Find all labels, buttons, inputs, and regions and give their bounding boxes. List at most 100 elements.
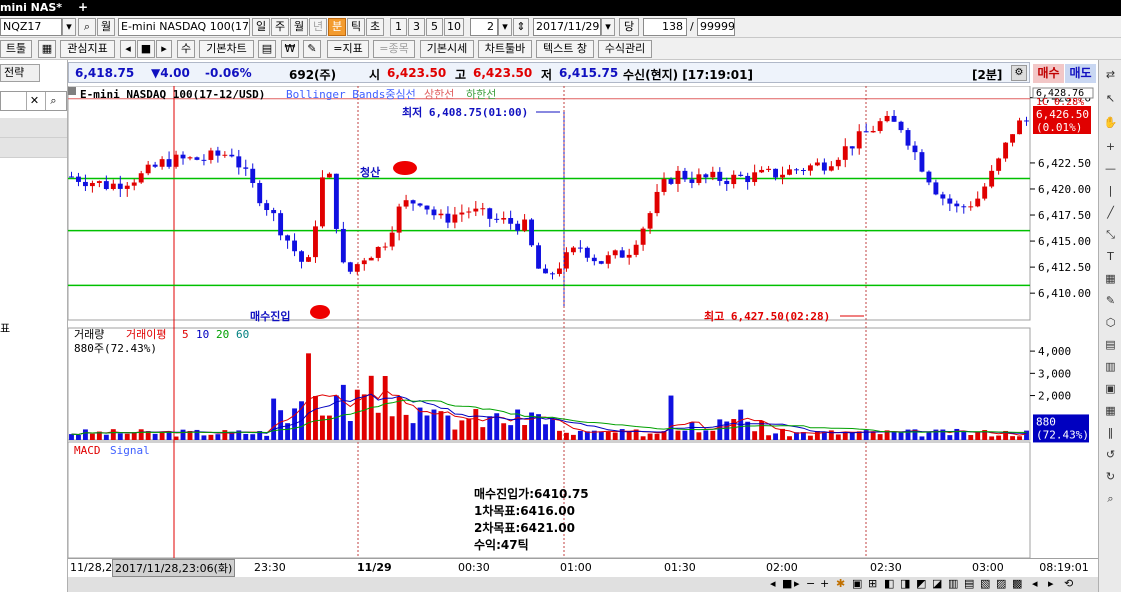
- symbol-dropdown-icon[interactable]: ▾: [62, 18, 76, 36]
- shape-icon[interactable]: ⬡: [1102, 314, 1119, 331]
- volume-bar: [173, 436, 179, 440]
- scroll-last-icon[interactable]: ▸: [794, 577, 800, 590]
- item-button[interactable]: =종목: [373, 40, 415, 58]
- scroll-first-icon[interactable]: ◂: [770, 577, 776, 590]
- bar-count-input[interactable]: 138: [643, 18, 687, 36]
- tool-icon[interactable]: ▤: [964, 577, 974, 590]
- scroll-left-icon[interactable]: ◂: [120, 40, 136, 58]
- zoom-in-icon[interactable]: +: [820, 577, 829, 590]
- crosshair-icon[interactable]: +: [1102, 138, 1119, 155]
- grid-icon[interactable]: ▦: [38, 40, 56, 58]
- scroll-left-icon[interactable]: ◂: [1032, 577, 1038, 590]
- period-tick[interactable]: 틱: [347, 18, 365, 36]
- interval-10[interactable]: 10: [444, 18, 464, 36]
- settings-gear-icon[interactable]: ⚙: [1011, 65, 1027, 81]
- period-second[interactable]: 초: [366, 18, 384, 36]
- clear-icon[interactable]: ✕: [26, 92, 42, 110]
- text-icon[interactable]: T: [1102, 248, 1119, 265]
- new-tab-button[interactable]: +: [78, 0, 88, 14]
- brush-icon[interactable]: ✎: [1102, 292, 1119, 309]
- period-day[interactable]: 일: [252, 18, 270, 36]
- product-name-field[interactable]: E-mini NASDAQ 100(17-: [118, 18, 250, 36]
- fill-icon[interactable]: ▦: [1102, 270, 1119, 287]
- table-icon[interactable]: ▥: [1102, 358, 1119, 375]
- interest-indicator-button[interactable]: 관심지표: [60, 40, 115, 58]
- indicator-button[interactable]: =지표: [327, 40, 369, 58]
- bars-icon[interactable]: ‖: [1102, 424, 1119, 441]
- basic-quote-button[interactable]: 기본시세: [420, 40, 474, 58]
- last-volume-pct: (72.43%): [1036, 428, 1089, 441]
- strategy-group-row[interactable]: [0, 118, 67, 138]
- hline-icon[interactable]: —: [1102, 160, 1119, 177]
- interval-dropdown-icon[interactable]: ▾: [498, 18, 512, 36]
- pane-collapse-icon[interactable]: [68, 87, 76, 95]
- symbol-input[interactable]: NQZ17: [0, 18, 62, 36]
- trendline-icon[interactable]: ╱: [1102, 204, 1119, 221]
- auto-trend-icon[interactable]: ⤡: [1102, 226, 1119, 243]
- candle-body: [431, 209, 437, 216]
- period-week[interactable]: 주: [271, 18, 289, 36]
- interval-input[interactable]: 2: [470, 18, 498, 36]
- period-minute[interactable]: 분: [328, 18, 346, 36]
- tool-icon[interactable]: ✱: [836, 577, 845, 590]
- tool-icon[interactable]: ▩: [1012, 577, 1022, 590]
- strategy-group-row[interactable]: [0, 138, 67, 158]
- chart-tool-button[interactable]: 트툴: [0, 40, 32, 58]
- cursor-icon[interactable]: ↖: [1102, 90, 1119, 107]
- formula-manage-button[interactable]: 수식관리: [598, 40, 652, 58]
- text-window-button[interactable]: 텍스트 창: [536, 40, 594, 58]
- won-button[interactable]: ₩: [281, 40, 299, 58]
- interval-3[interactable]: 3: [408, 18, 425, 36]
- interval-spin-icon[interactable]: ⇕: [513, 18, 529, 36]
- buy-button[interactable]: 매수: [1033, 64, 1064, 83]
- volume-bar: [996, 435, 1002, 440]
- chart-toolbar-button[interactable]: 차트툴바: [478, 40, 532, 58]
- interval-5[interactable]: 5: [426, 18, 443, 36]
- undo-icon[interactable]: ↺: [1102, 446, 1119, 463]
- period-month[interactable]: 월: [290, 18, 308, 36]
- strategy-search-input[interactable]: ✕ ⌕: [0, 91, 67, 111]
- tool-icon[interactable]: ◩: [916, 577, 926, 590]
- doc-icon[interactable]: ▣: [1102, 380, 1119, 397]
- number-button[interactable]: 수: [177, 40, 195, 58]
- period-year[interactable]: 년: [309, 18, 327, 36]
- hand-icon[interactable]: ✋: [1102, 114, 1119, 131]
- tool-icon[interactable]: ◨: [900, 577, 910, 590]
- swap-icon[interactable]: ⇄: [1102, 66, 1119, 83]
- tool-icon[interactable]: ▧: [980, 577, 990, 590]
- tool-icon[interactable]: ⊞: [868, 577, 877, 590]
- strategy-item-label[interactable]: 표: [0, 320, 10, 336]
- basic-chart-button[interactable]: 기본차트: [199, 40, 254, 58]
- scroll-right-icon[interactable]: ▸: [1048, 577, 1054, 590]
- search-icon[interactable]: ⌕: [45, 92, 61, 110]
- zoom-out-icon[interactable]: −: [806, 577, 815, 590]
- calculator-icon[interactable]: ▤: [258, 40, 276, 58]
- sell-button[interactable]: 매도: [1065, 64, 1096, 83]
- volume-bar: [361, 394, 367, 440]
- grid-icon[interactable]: ▦: [1102, 402, 1119, 419]
- note-icon[interactable]: ▤: [1102, 336, 1119, 353]
- scroll-right-icon[interactable]: ▸: [156, 40, 172, 58]
- tool-icon[interactable]: ◧: [884, 577, 894, 590]
- tool-icon[interactable]: ▥: [948, 577, 958, 590]
- redo-icon[interactable]: ↻: [1102, 468, 1119, 485]
- magnify-icon[interactable]: ⌕: [1102, 490, 1119, 507]
- tool-icon[interactable]: ▨: [996, 577, 1006, 590]
- vline-icon[interactable]: |: [1102, 182, 1119, 199]
- date-input[interactable]: 2017/11/29: [533, 18, 601, 36]
- month-button[interactable]: 월: [97, 18, 115, 36]
- max-count-input[interactable]: 99999: [697, 18, 735, 36]
- stop-icon[interactable]: ■: [137, 40, 155, 58]
- reset-icon[interactable]: ⟲: [1064, 577, 1073, 590]
- tool-icon[interactable]: ◪: [932, 577, 942, 590]
- interval-1[interactable]: 1: [390, 18, 407, 36]
- current-button[interactable]: 당: [619, 18, 639, 36]
- scroll-stop-icon[interactable]: ■: [782, 577, 792, 590]
- strategy-tab[interactable]: 전략: [0, 64, 40, 82]
- tool-icon[interactable]: ✎: [303, 40, 321, 58]
- search-icon[interactable]: ⌕: [78, 18, 96, 36]
- window-tab-title[interactable]: mini NAS*: [0, 1, 62, 14]
- date-dropdown-icon[interactable]: ▾: [601, 18, 615, 36]
- horizontal-scrollbar[interactable]: [68, 577, 600, 592]
- tool-icon[interactable]: ▣: [852, 577, 862, 590]
